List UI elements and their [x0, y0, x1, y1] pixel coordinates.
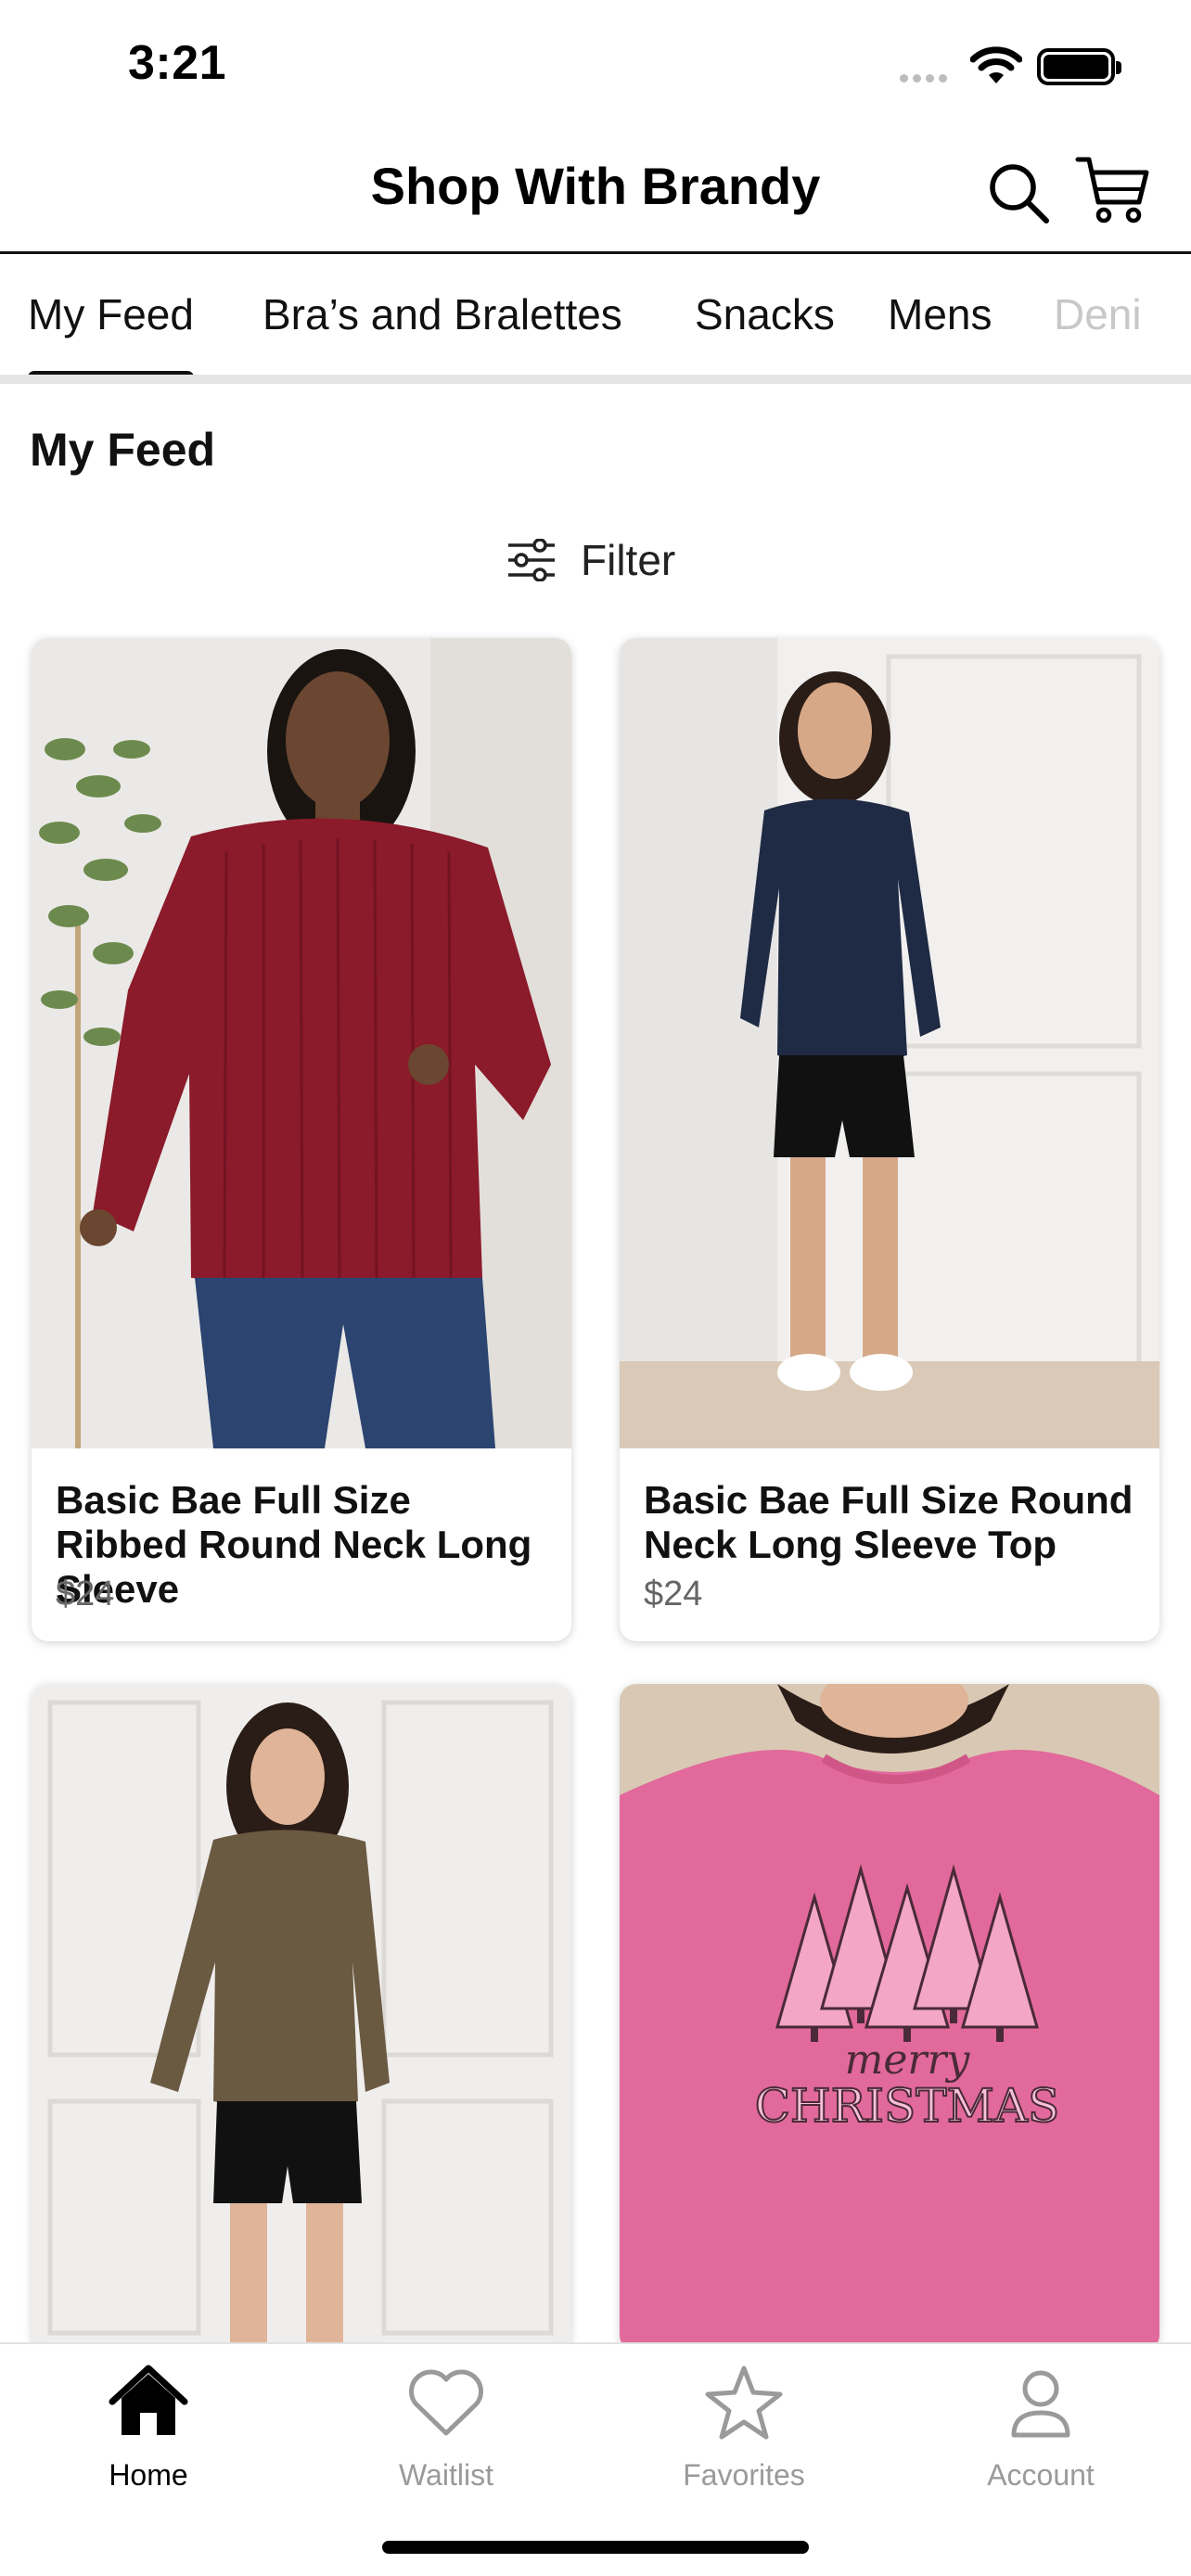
person-icon: [1011, 2370, 1070, 2438]
star-icon: [705, 2366, 783, 2440]
tab-mens[interactable]: Mens: [888, 289, 992, 339]
cart-icon: [1075, 157, 1149, 223]
search-icon: [990, 164, 1049, 223]
product-card[interactable]: [32, 1684, 571, 2352]
tab-snacks[interactable]: Snacks: [695, 289, 835, 339]
product-name[interactable]: Basic Bae Full Size Round Neck Long Slee…: [644, 1478, 1141, 1567]
product-name[interactable]: Basic Bae Full Size Ribbed Round Neck Lo…: [56, 1478, 553, 1612]
tab-my-feed[interactable]: My Feed: [28, 289, 194, 375]
filter-label: Filter: [581, 536, 676, 584]
product-price: $24: [56, 1575, 115, 1613]
product-card[interactable]: Basic Bae Full Size Ribbed Round Neck Lo…: [32, 638, 571, 1641]
section-title: My Feed: [30, 424, 216, 476]
product-image[interactable]: [620, 638, 1159, 1448]
category-tabs: My Feed Bra’s and Bralettes Snacks Mens …: [0, 256, 1191, 384]
product-price: $24: [644, 1575, 703, 1613]
product-card[interactable]: Basic Bae Full Size Round Neck Long Slee…: [620, 638, 1159, 1641]
status-bar: 3:21: [0, 0, 1191, 130]
product-image[interactable]: [32, 638, 571, 1448]
tab-denim[interactable]: Deni: [1054, 289, 1142, 339]
nav-home[interactable]: Home: [56, 2361, 241, 2493]
wifi-icon: [970, 46, 1022, 83]
tab-bras-and-bralettes[interactable]: Bra’s and Bralettes: [263, 289, 622, 339]
nav-waitlist-label: Waitlist: [399, 2458, 493, 2492]
nav-waitlist[interactable]: Waitlist: [353, 2361, 539, 2493]
search-button[interactable]: [985, 159, 1052, 226]
nav-favorites[interactable]: Favorites: [651, 2361, 837, 2493]
nav-favorites-label: Favorites: [683, 2458, 805, 2492]
filter-button[interactable]: Filter: [506, 532, 675, 588]
status-time: 3:21: [128, 36, 227, 90]
product-image[interactable]: [32, 1684, 571, 2352]
nav-account[interactable]: Account: [948, 2361, 1133, 2493]
app-screen: 3:21 Shop With Brandy My Feed Bra’s and …: [0, 0, 1191, 2576]
sweater-graphic-text-merry: merry: [845, 2036, 971, 2084]
home-indicator[interactable]: [382, 2541, 809, 2554]
home-icon: [109, 2365, 188, 2435]
filter-sliders-icon: [508, 539, 555, 581]
product-card[interactable]: merry CHRISTMAS: [620, 1684, 1159, 2352]
heart-icon: [409, 2369, 483, 2436]
product-image[interactable]: merry CHRISTMAS: [620, 1684, 1159, 2352]
cart-button[interactable]: [1074, 152, 1150, 226]
nav-account-label: Account: [987, 2458, 1095, 2492]
nav-home-label: Home: [109, 2458, 188, 2492]
sweater-graphic-text-christmas: CHRISTMAS: [755, 2079, 1059, 2133]
battery-icon: [1037, 48, 1121, 85]
app-header: Shop With Brandy: [0, 130, 1191, 254]
